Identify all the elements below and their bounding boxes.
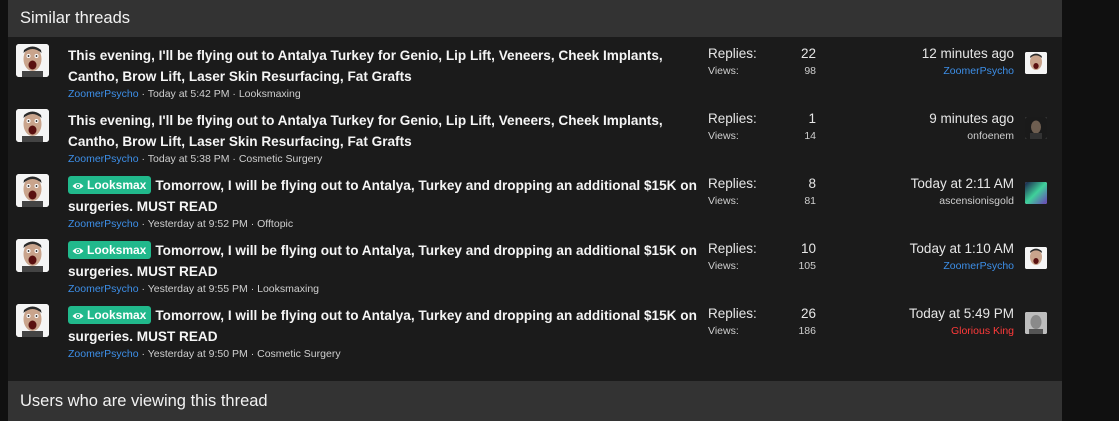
- thread-row: This evening, I'll be flying out to Anta…: [8, 37, 1062, 102]
- views-label: Views:: [708, 65, 739, 77]
- thread-title-link[interactable]: Looksmax Tomorrow, I will be flying out t…: [68, 175, 703, 217]
- author-avatar[interactable]: [16, 304, 49, 337]
- thread-row: Looksmax Tomorrow, I will be flying out t…: [8, 297, 1062, 362]
- thread-list: This evening, I'll be flying out to Anta…: [8, 37, 1062, 362]
- thread-row: Looksmax Tomorrow, I will be flying out t…: [8, 167, 1062, 232]
- thread-main: Looksmax Tomorrow, I will be flying out t…: [68, 240, 703, 296]
- thread-row: This evening, I'll be flying out to Anta…: [8, 102, 1062, 167]
- latest-user-avatar[interactable]: [1025, 117, 1047, 139]
- thread-title-link[interactable]: Looksmax Tomorrow, I will be flying out t…: [68, 240, 703, 282]
- latest-post-user[interactable]: ZoomerPsycho: [814, 258, 1014, 274]
- latest-post-time[interactable]: 9 minutes ago: [814, 110, 1014, 128]
- similar-threads-header: Similar threads: [8, 0, 1062, 37]
- thread-main: This evening, I'll be flying out to Anta…: [68, 45, 703, 101]
- thread-prefix-badge[interactable]: Looksmax: [68, 176, 152, 194]
- latest-user-avatar[interactable]: [1025, 182, 1047, 204]
- prefix-label: Looksmax: [87, 308, 147, 322]
- views-label: Views:: [708, 325, 739, 337]
- thread-meta: ZoomerPsycho · Today at 5:38 PM · Cosmet…: [68, 153, 323, 165]
- thread-stats: Replies: 8 Views: 81: [708, 175, 820, 209]
- thread-forum-link[interactable]: Cosmetic Surgery: [239, 153, 322, 165]
- thread-date[interactable]: Today at 5:42 PM: [148, 88, 230, 100]
- thread-forum-link[interactable]: Cosmetic Surgery: [257, 348, 340, 360]
- thread-prefix-badge[interactable]: Looksmax: [68, 306, 152, 324]
- thread-meta: ZoomerPsycho · Today at 5:42 PM · Looksm…: [68, 88, 301, 100]
- replies-label: Replies:: [708, 306, 757, 321]
- replies-label: Replies:: [708, 176, 757, 191]
- replies-label: Replies:: [708, 111, 757, 126]
- thread-title-link[interactable]: This evening, I'll be flying out to Anta…: [68, 110, 703, 152]
- latest-user-avatar[interactable]: [1025, 312, 1047, 334]
- thread-date[interactable]: Today at 5:38 PM: [148, 153, 230, 165]
- prefix-label: Looksmax: [87, 178, 147, 192]
- thread-date[interactable]: Yesterday at 9:52 PM: [148, 218, 248, 230]
- thread-title-text[interactable]: Tomorrow, I will be flying out to Antaly…: [68, 243, 697, 279]
- author-avatar[interactable]: [16, 239, 49, 272]
- replies-label: Replies:: [708, 46, 757, 61]
- views-label: Views:: [708, 260, 739, 272]
- views-label: Views:: [708, 195, 739, 207]
- thread-row: Looksmax Tomorrow, I will be flying out t…: [8, 232, 1062, 297]
- right-gutter: [1062, 0, 1119, 404]
- thread-main: Looksmax Tomorrow, I will be flying out t…: [68, 305, 703, 361]
- replies-label: Replies:: [708, 241, 757, 256]
- thread-stats: Replies: 1 Views: 14: [708, 110, 820, 144]
- latest-post: 12 minutes ago ZoomerPsycho: [814, 45, 1014, 79]
- thread-title-link[interactable]: This evening, I'll be flying out to Anta…: [68, 45, 703, 87]
- thread-forum-link[interactable]: Looksmaxing: [239, 88, 301, 100]
- thread-date[interactable]: Yesterday at 9:50 PM: [148, 348, 248, 360]
- thread-author-link[interactable]: ZoomerPsycho: [68, 283, 139, 295]
- thread-stats: Replies: 26 Views: 186: [708, 305, 820, 339]
- thread-main: This evening, I'll be flying out to Anta…: [68, 110, 703, 166]
- eye-icon: [72, 313, 84, 319]
- thread-title-link[interactable]: Looksmax Tomorrow, I will be flying out t…: [68, 305, 703, 347]
- latest-post: Today at 5:49 PM Glorious King: [814, 305, 1014, 339]
- author-avatar[interactable]: [16, 174, 49, 207]
- latest-post-user[interactable]: ZoomerPsycho: [814, 63, 1014, 79]
- latest-post-time[interactable]: Today at 1:10 AM: [814, 240, 1014, 258]
- thread-meta: ZoomerPsycho · Yesterday at 9:52 PM · Of…: [68, 218, 294, 230]
- thread-date[interactable]: Yesterday at 9:55 PM: [148, 283, 248, 295]
- latest-post: 9 minutes ago onfoenem: [814, 110, 1014, 144]
- author-avatar[interactable]: [16, 44, 49, 77]
- thread-author-link[interactable]: ZoomerPsycho: [68, 348, 139, 360]
- thread-forum-link[interactable]: Offtopic: [257, 218, 293, 230]
- latest-post: Today at 2:11 AM ascensionisgold: [814, 175, 1014, 209]
- thread-meta: ZoomerPsycho · Yesterday at 9:50 PM · Co…: [68, 348, 341, 360]
- latest-post-time[interactable]: Today at 5:49 PM: [814, 305, 1014, 323]
- thread-prefix-badge[interactable]: Looksmax: [68, 241, 152, 259]
- latest-post-user[interactable]: onfoenem: [814, 128, 1014, 144]
- thread-forum-link[interactable]: Looksmaxing: [257, 283, 319, 295]
- thread-author-link[interactable]: ZoomerPsycho: [68, 218, 139, 230]
- thread-stats: Replies: 22 Views: 98: [708, 45, 820, 79]
- latest-post-user[interactable]: Glorious King: [814, 323, 1014, 339]
- latest-post: Today at 1:10 AM ZoomerPsycho: [814, 240, 1014, 274]
- views-label: Views:: [708, 130, 739, 142]
- similar-threads-panel: Similar threads This evening, I'll be fl…: [8, 0, 1062, 421]
- prefix-label: Looksmax: [87, 243, 147, 257]
- thread-title-text[interactable]: Tomorrow, I will be flying out to Antaly…: [68, 178, 697, 214]
- thread-meta: ZoomerPsycho · Yesterday at 9:55 PM · Lo…: [68, 283, 319, 295]
- eye-icon: [72, 183, 84, 189]
- users-viewing-header: Users who are viewing this thread: [8, 381, 1062, 421]
- author-avatar[interactable]: [16, 109, 49, 142]
- thread-stats: Replies: 10 Views: 105: [708, 240, 820, 274]
- latest-post-time[interactable]: Today at 2:11 AM: [814, 175, 1014, 193]
- latest-post-user[interactable]: ascensionisgold: [814, 193, 1014, 209]
- thread-title-text[interactable]: Tomorrow, I will be flying out to Antaly…: [68, 308, 697, 344]
- latest-user-avatar[interactable]: [1025, 247, 1047, 269]
- thread-author-link[interactable]: ZoomerPsycho: [68, 88, 139, 100]
- thread-author-link[interactable]: ZoomerPsycho: [68, 153, 139, 165]
- latest-post-time[interactable]: 12 minutes ago: [814, 45, 1014, 63]
- eye-icon: [72, 248, 84, 254]
- latest-user-avatar[interactable]: [1025, 52, 1047, 74]
- thread-main: Looksmax Tomorrow, I will be flying out t…: [68, 175, 703, 231]
